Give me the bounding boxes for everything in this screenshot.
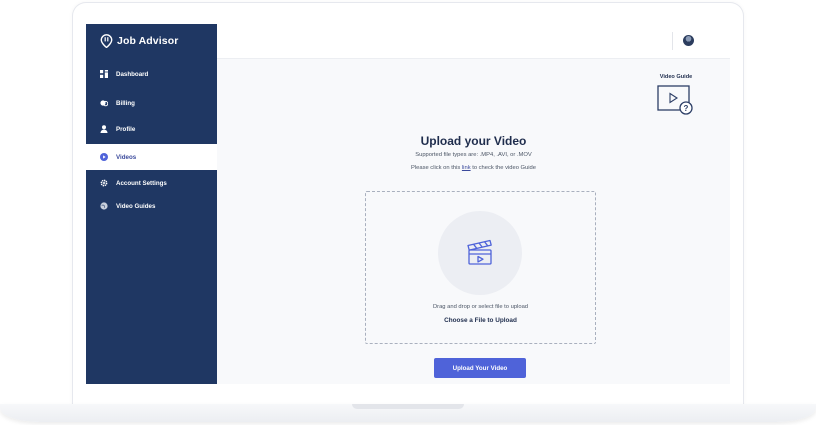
upload-video-button[interactable]: Upload Your Video	[434, 358, 526, 378]
video-help-icon: ?	[657, 85, 693, 115]
choose-file-label[interactable]: Choose a File to Upload	[366, 317, 595, 324]
brand[interactable]: Job Advisor	[100, 34, 178, 48]
help-prefix: Please click on this	[410, 165, 462, 171]
upload-icon-circle	[438, 211, 522, 295]
sidebar-item-dashboard[interactable]: Dashboard	[86, 61, 217, 87]
sidebar-item-videos[interactable]: Videos	[86, 144, 217, 170]
sidebar: Job Advisor Dashboard Billing Profile Vi	[86, 24, 217, 384]
help-suffix: to check the video Guide	[470, 165, 537, 171]
sidebar-item-profile[interactable]: Profile	[86, 116, 217, 142]
sidebar-item-label: Dashboard	[116, 70, 149, 78]
avatar[interactable]	[683, 35, 694, 46]
drop-instructions: Drag and drop or select file to upload	[432, 304, 529, 310]
top-bar	[217, 24, 730, 59]
sidebar-item-label: Account Settings	[116, 179, 167, 187]
supported-types-text: Supported file types are: .MP4, .AVI, or…	[415, 152, 532, 158]
sidebar-item-label: Video Guides	[116, 202, 156, 210]
sidebar-item-video-guides[interactable]: Video Guides	[86, 193, 217, 219]
clapperboard-icon	[467, 239, 492, 265]
gear-icon	[100, 179, 108, 187]
sidebar-item-billing[interactable]: Billing	[86, 90, 217, 116]
brand-name: Job Advisor	[117, 35, 179, 47]
logo-icon	[100, 34, 113, 48]
app-screen: Job Advisor Dashboard Billing Profile Vi	[86, 24, 730, 384]
user-icon	[100, 125, 108, 133]
page-title: Upload your Video	[420, 134, 527, 148]
video-guide[interactable]: Video Guide ?	[656, 74, 696, 115]
sidebar-item-label: Billing	[116, 99, 135, 107]
guide-link[interactable]: link	[462, 165, 471, 171]
billing-icon	[100, 99, 108, 107]
video-guide-label: Video Guide	[659, 74, 693, 80]
globe-icon	[100, 202, 108, 210]
help-text: Please click on this link to check the v…	[217, 165, 730, 171]
svg-text:?: ?	[684, 104, 689, 113]
sidebar-item-label: Videos	[116, 153, 137, 161]
laptop-notch	[352, 404, 464, 409]
dashboard-icon	[100, 70, 108, 78]
sidebar-item-label: Profile	[116, 125, 136, 133]
play-circle-icon	[100, 153, 108, 161]
file-dropzone[interactable]: Drag and drop or select file to upload C…	[365, 191, 596, 344]
topbar-divider	[672, 32, 673, 50]
